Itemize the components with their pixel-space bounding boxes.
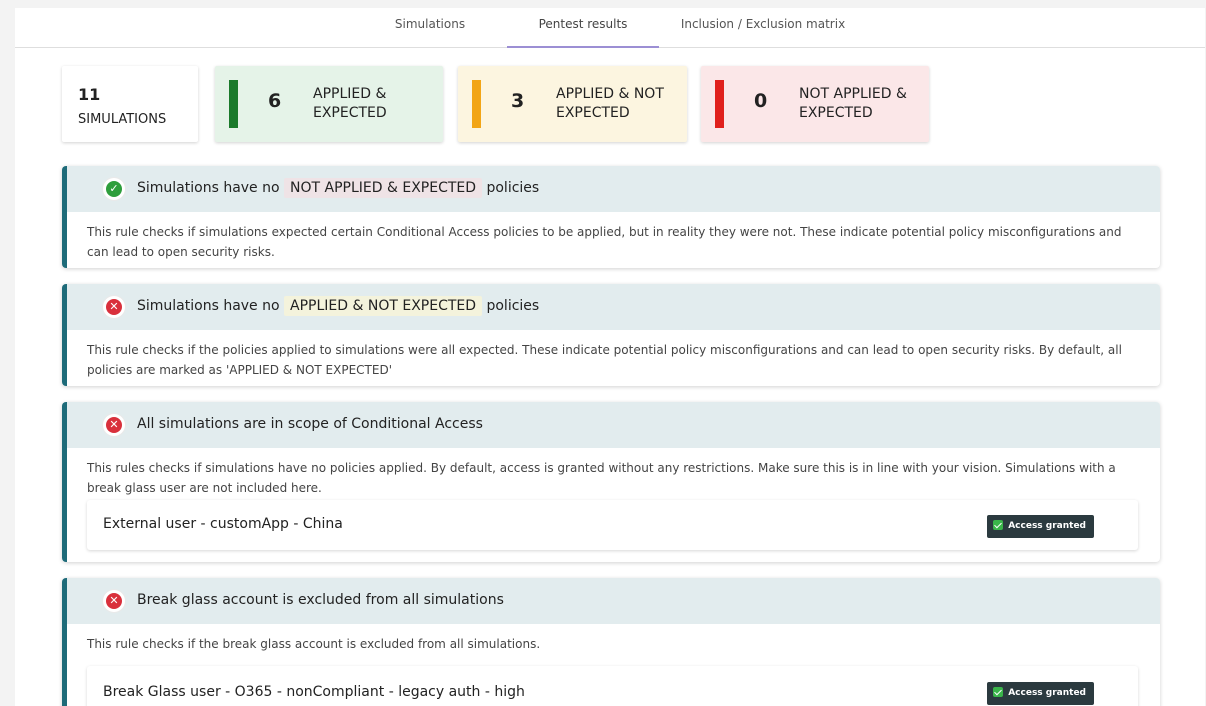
pentest-results-page: Simulations Pentest results Inclusion / … [15, 8, 1205, 706]
rule-description: This rule checks if the policies applied… [87, 343, 1122, 377]
rule-title: Simulations have no NOT APPLIED & EXPECT… [137, 178, 540, 198]
x-circle-icon: ✕ [103, 590, 125, 612]
summary-total-card: 11 SIMULATIONS [62, 66, 198, 142]
rule-title-highlight: APPLIED & NOT EXPECTED [284, 296, 483, 316]
status-bar-green [229, 80, 238, 128]
applied-not-expected-label: APPLIED & NOT EXPECTED [556, 86, 664, 121]
check-box-icon [993, 519, 1004, 530]
rule-title: All simulations are in scope of Conditio… [137, 416, 483, 432]
tab-bar: Simulations Pentest results Inclusion / … [15, 8, 1205, 48]
rule-card-no-applied-not-expected: ✕ Simulations have no APPLIED & NOT EXPE… [62, 284, 1160, 386]
simulation-item[interactable]: Break Glass user - O365 - nonCompliant -… [87, 666, 1138, 706]
applied-expected-count: 6 [268, 90, 282, 112]
status-bar-red [715, 80, 724, 128]
applied-expected-label: APPLIED & EXPECTED [313, 86, 387, 121]
rule-description: This rules checks if simulations have no… [87, 461, 1116, 495]
rule-description: This rule checks if simulations expected… [87, 225, 1122, 259]
total-label: SIMULATIONS [78, 112, 167, 127]
access-granted-badge: Access granted [987, 682, 1094, 705]
rule-card-break-glass-excluded: ✕ Break glass account is excluded from a… [62, 578, 1160, 706]
summary-not-applied-expected-card: 0 NOT APPLIED & EXPECTED [701, 66, 929, 142]
applied-not-expected-count: 3 [511, 90, 525, 112]
check-circle-icon: ✓ [103, 178, 125, 200]
rule-card-no-not-applied-expected: ✓ Simulations have no NOT APPLIED & EXPE… [62, 166, 1160, 268]
access-granted-badge: Access granted [987, 515, 1094, 538]
x-circle-icon: ✕ [103, 414, 125, 436]
summary-applied-not-expected-card: 3 APPLIED & NOT EXPECTED [458, 66, 687, 142]
simulation-label: Break Glass user - O365 - nonCompliant -… [103, 684, 525, 700]
rule-header[interactable]: ✕ Break glass account is excluded from a… [67, 578, 1160, 624]
rule-header[interactable]: ✓ Simulations have no NOT APPLIED & EXPE… [67, 166, 1160, 212]
simulation-label: External user - customApp - China [103, 516, 343, 532]
tab-simulations[interactable]: Simulations [375, 8, 485, 48]
rule-header[interactable]: ✕ Simulations have no APPLIED & NOT EXPE… [67, 284, 1160, 330]
rule-title: Break glass account is excluded from all… [137, 592, 504, 608]
tab-inclusion-exclusion-matrix[interactable]: Inclusion / Exclusion matrix [671, 8, 855, 48]
rule-header[interactable]: ✕ All simulations are in scope of Condit… [67, 402, 1160, 448]
rule-title-highlight: NOT APPLIED & EXPECTED [284, 178, 483, 198]
rule-description: This rule checks if the break glass acco… [87, 637, 541, 651]
total-count: 11 [78, 85, 101, 104]
rule-card-scope-conditional-access: ✕ All simulations are in scope of Condit… [62, 402, 1160, 562]
status-bar-orange [472, 80, 481, 128]
x-circle-icon: ✕ [103, 296, 125, 318]
summary-applied-expected-card: 6 APPLIED & EXPECTED [215, 66, 443, 142]
tab-pentest-results[interactable]: Pentest results [507, 8, 659, 48]
not-applied-expected-count: 0 [754, 90, 768, 112]
check-box-icon [993, 686, 1004, 697]
simulation-item[interactable]: External user - customApp - China Access… [87, 500, 1138, 550]
rule-title: Simulations have no APPLIED & NOT EXPECT… [137, 296, 540, 316]
not-applied-expected-label: NOT APPLIED & EXPECTED [799, 86, 907, 121]
